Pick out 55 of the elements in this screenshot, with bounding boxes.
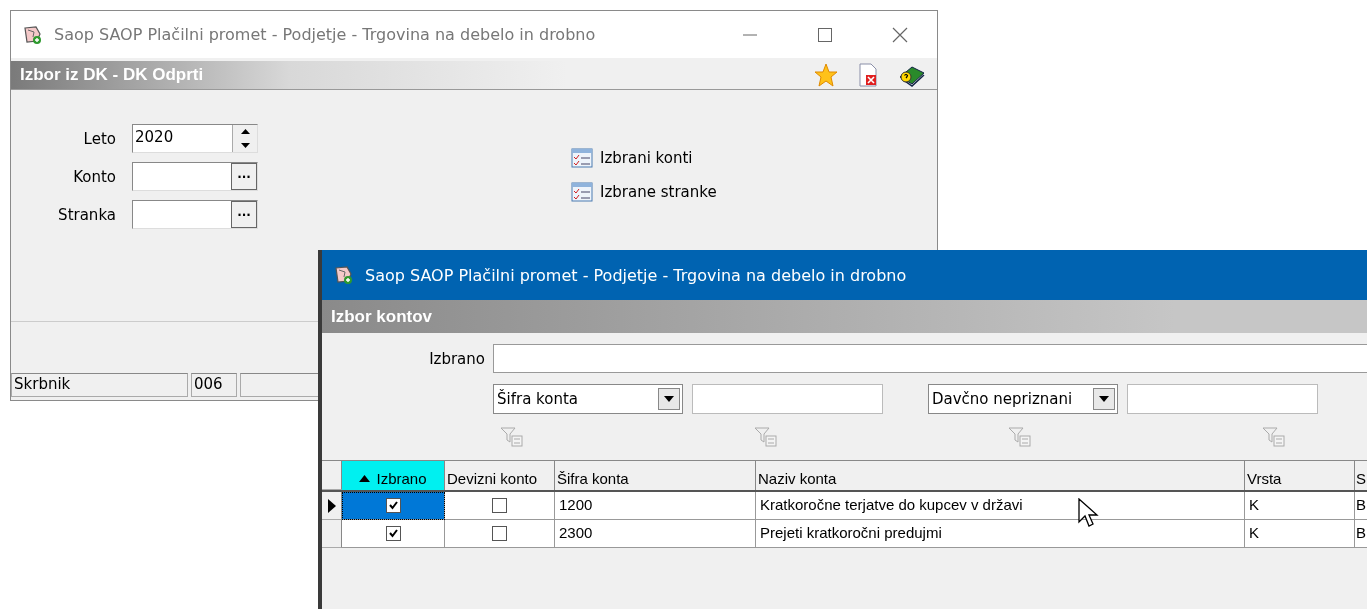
table-cell: 1200 xyxy=(555,492,756,520)
column-header[interactable]: Izbrano xyxy=(342,461,445,490)
table-cell: K xyxy=(1245,520,1355,548)
sort-up-icon xyxy=(359,474,371,482)
column-header[interactable]: Vrsta xyxy=(1245,461,1355,490)
input-field[interactable] xyxy=(1127,384,1318,414)
column-header[interactable]: Devizni konto xyxy=(445,461,555,490)
app-icon xyxy=(22,24,44,45)
dropdown[interactable]: Šifra konta xyxy=(493,384,683,414)
form-title: Izbor iz DK - DK Odprti xyxy=(20,65,204,85)
field-label: Leto xyxy=(82,129,116,148)
table-cell: B xyxy=(1355,492,1367,520)
field-label: Izbrano xyxy=(428,349,485,368)
form-title: Izbor kontov xyxy=(331,306,433,327)
close-icon[interactable] xyxy=(892,26,908,43)
checklist-icon[interactable] xyxy=(571,148,593,168)
table-cell: Prejeti kratkoročni predujmi xyxy=(756,520,1245,548)
field-label: Stranka xyxy=(57,205,116,224)
window-title: Saop SAOP Plačilni promet - Podjetje - Trgovina na debelo in drobno xyxy=(54,25,596,44)
column-header[interactable]: Naziv konta xyxy=(756,461,1245,490)
filter-icon[interactable] xyxy=(500,426,524,448)
checkbox[interactable] xyxy=(492,498,507,513)
table-cell: K xyxy=(1245,492,1355,520)
checkbox[interactable] xyxy=(492,526,507,541)
app-icon xyxy=(333,265,355,285)
star-icon[interactable] xyxy=(814,63,838,87)
checkbox[interactable] xyxy=(385,526,401,541)
filter-icon[interactable] xyxy=(1262,426,1286,448)
window-title: Saop SAOP Plačilni promet - Podjetje - Trgovina na debelo in drobno xyxy=(365,265,907,285)
status-panel: Skrbnik xyxy=(11,373,188,397)
filter-icon[interactable] xyxy=(754,426,778,448)
column-header[interactable]: S xyxy=(1355,461,1367,490)
table-cell: B xyxy=(1355,520,1367,548)
input-field[interactable] xyxy=(692,384,883,414)
maximize-icon[interactable] xyxy=(817,26,833,43)
filter-icon[interactable] xyxy=(1008,426,1032,448)
dropdown-arrow-icon[interactable] xyxy=(1099,396,1109,402)
column-header[interactable]: Šifra konta xyxy=(555,461,756,490)
link[interactable]: Izbrani konti xyxy=(600,149,693,167)
table-cell: Kratkoročne terjatve do kupcev v državi xyxy=(756,492,1245,520)
spinner-field[interactable]: 2020 xyxy=(132,124,258,153)
dropdown-arrow-icon[interactable] xyxy=(664,396,674,402)
checklist-icon[interactable] xyxy=(571,182,593,202)
status-panel: 006 xyxy=(191,373,237,397)
spin-up-icon[interactable] xyxy=(240,129,250,135)
row-indicator[interactable] xyxy=(322,492,342,520)
input-field[interactable] xyxy=(493,344,1367,373)
mouse-cursor-icon xyxy=(1078,498,1100,528)
document-delete-icon[interactable] xyxy=(858,63,878,87)
spin-down-icon[interactable] xyxy=(240,142,250,148)
field-label: Konto xyxy=(72,167,116,186)
checkbox[interactable] xyxy=(385,498,401,513)
table-cell: 2300 xyxy=(555,520,756,548)
dropdown[interactable]: Davčno nepriznani xyxy=(928,384,1118,414)
link[interactable]: Izbrane stranke xyxy=(600,183,717,201)
